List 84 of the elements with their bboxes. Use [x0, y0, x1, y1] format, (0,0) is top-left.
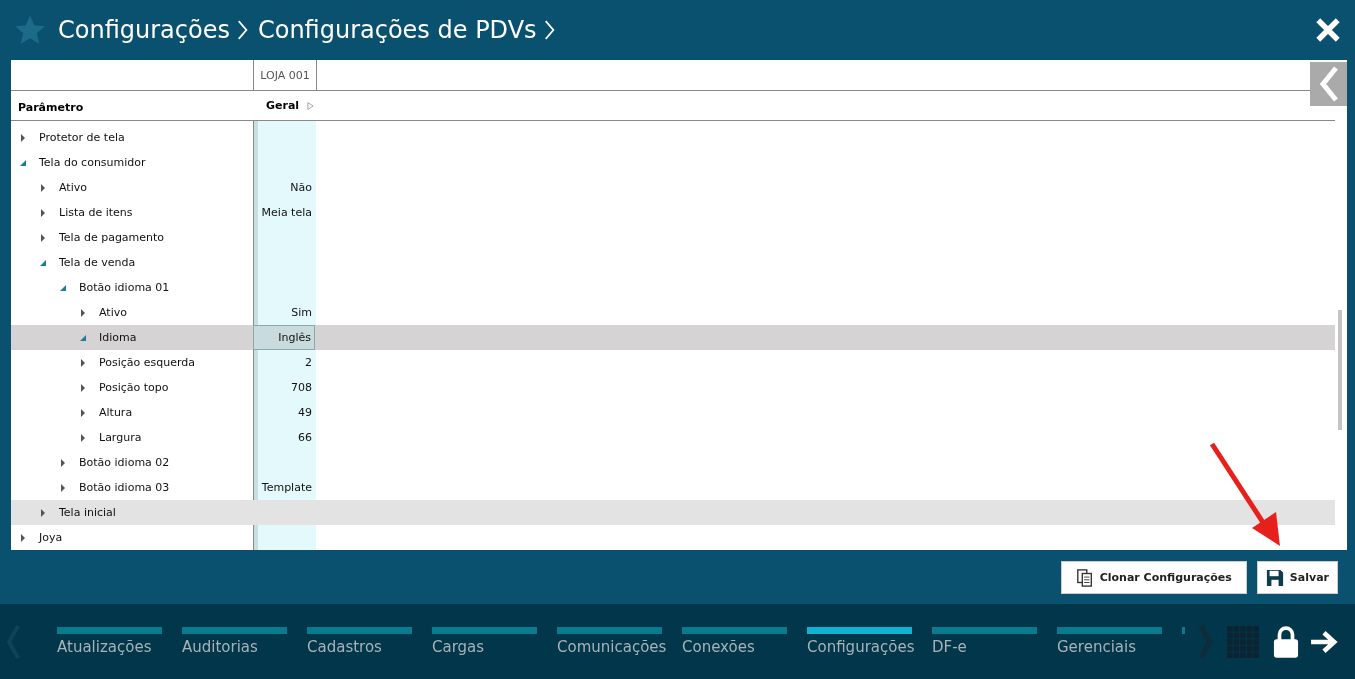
nav-tab[interactable]: DF-e: [932, 627, 1037, 656]
parameter-label: Posição esquerda: [99, 356, 196, 369]
parameter-label: Joya: [39, 531, 63, 544]
tree-row[interactable]: Lista de itens Meia tela: [11, 200, 1335, 225]
tree-row[interactable]: Joya: [11, 525, 1335, 550]
value-text: Não: [290, 181, 312, 194]
collapsed-icon[interactable]: [39, 208, 47, 217]
tree-row[interactable]: Altura 49: [11, 400, 1335, 425]
collapsed-icon[interactable]: [19, 133, 27, 142]
nav-tab[interactable]: Cadastros: [307, 627, 412, 656]
nav-tab[interactable]: Conexões: [682, 627, 787, 656]
parameter-label: Tela do consumidor: [39, 156, 146, 169]
parameter-label: Ativo: [99, 306, 127, 319]
parameter-label: Tela de pagamento: [59, 231, 165, 244]
tree-row[interactable]: Protetor de tela: [11, 125, 1335, 150]
collapsed-icon[interactable]: [59, 458, 67, 467]
chevron-left-icon: [1318, 66, 1339, 102]
star-icon: [14, 14, 46, 46]
parameter-label: Idioma: [99, 331, 137, 344]
nav-tab[interactable]: Gerenciais: [1057, 627, 1162, 656]
tree-row[interactable]: Tela de pagamento: [11, 225, 1335, 250]
tree-row[interactable]: Tela do consumidor: [11, 150, 1335, 175]
clone-button[interactable]: Clonar Configurações: [1060, 561, 1247, 594]
parameter-label: Ativo: [59, 181, 87, 194]
value-text: Inglês: [278, 331, 311, 344]
collapsed-icon[interactable]: [79, 358, 87, 367]
collapsed-icon[interactable]: [79, 383, 87, 392]
parameter-label: Lista de itens: [59, 206, 133, 219]
value-text: 2: [305, 356, 312, 369]
value-text: Meia tela: [261, 206, 312, 219]
parameter-label: Tela de venda: [59, 256, 136, 269]
copy-icon: [1075, 568, 1094, 587]
floppy-icon: [1265, 568, 1284, 587]
nav-tab[interactable]: Atualizações: [57, 627, 162, 656]
collapsed-icon[interactable]: [39, 183, 47, 192]
breadcrumb-item[interactable]: Configurações: [58, 16, 230, 44]
nav-tab[interactable]: Cargas: [432, 627, 537, 656]
collapsed-icon[interactable]: [39, 508, 47, 517]
value-text: 66: [298, 431, 312, 444]
nav-tab[interactable]: Configurações: [807, 627, 912, 656]
value-text: Sim: [291, 306, 312, 319]
parameter-label: Tela inicial: [59, 506, 116, 519]
close-icon[interactable]: [1315, 17, 1341, 43]
breadcrumb-item[interactable]: Configurações de PDVs: [257, 16, 537, 44]
tree-row[interactable]: Botão idioma 01: [11, 275, 1335, 300]
collapsed-icon[interactable]: [59, 483, 67, 492]
value-text: 49: [298, 406, 312, 419]
collapsed-icon[interactable]: [19, 533, 27, 542]
tree-row[interactable]: Tela inicial: [11, 500, 1335, 525]
tree-row[interactable]: Botão idioma 02: [11, 450, 1335, 475]
expanded-icon[interactable]: [39, 258, 47, 267]
value-text: Template: [261, 481, 312, 494]
tree-row[interactable]: Posição esquerda 2: [11, 350, 1335, 375]
parameter-label: Largura: [99, 431, 142, 444]
collapsed-icon[interactable]: [39, 233, 47, 242]
tree-row[interactable]: Botão idioma 03 Template: [11, 475, 1335, 500]
parameter-label: Altura: [99, 406, 133, 419]
arrow-right-icon[interactable]: [1309, 629, 1339, 654]
tree-row[interactable]: Tela de venda: [11, 250, 1335, 275]
column-header: Parâmetro: [18, 101, 84, 115]
collapsed-icon[interactable]: [79, 308, 87, 317]
value-text: 708: [291, 381, 312, 394]
chevron-icon: [542, 19, 555, 41]
save-button[interactable]: Salvar: [1256, 561, 1338, 594]
column-header: LOJA 001: [253, 60, 317, 91]
expanded-icon[interactable]: [19, 158, 27, 167]
column-header: Geral: [266, 99, 300, 113]
tree-row[interactable]: Idioma Inglês: [11, 325, 1335, 350]
parameter-label: Botão idioma 03: [79, 481, 170, 494]
tree-row[interactable]: Ativo Não: [11, 175, 1335, 200]
parameter-label: Posição topo: [99, 381, 169, 394]
parameter-label: Botão idioma 02: [79, 456, 170, 469]
lock-icon[interactable]: [1273, 625, 1299, 658]
tree-row[interactable]: Ativo Sim: [11, 300, 1335, 325]
tree-row[interactable]: Posição topo 708: [11, 375, 1335, 400]
tree-row[interactable]: Largura 66: [11, 425, 1335, 450]
collapsed-icon[interactable]: [79, 433, 87, 442]
parameter-label: Botão idioma 01: [79, 281, 170, 294]
expanded-icon[interactable]: [59, 283, 67, 292]
nav-tab[interactable]: Auditorias: [182, 627, 287, 656]
chevron-icon: [235, 19, 248, 41]
expanded-icon[interactable]: [79, 333, 87, 342]
parameter-label: Protetor de tela: [39, 131, 125, 144]
collapsed-icon[interactable]: [79, 408, 87, 417]
